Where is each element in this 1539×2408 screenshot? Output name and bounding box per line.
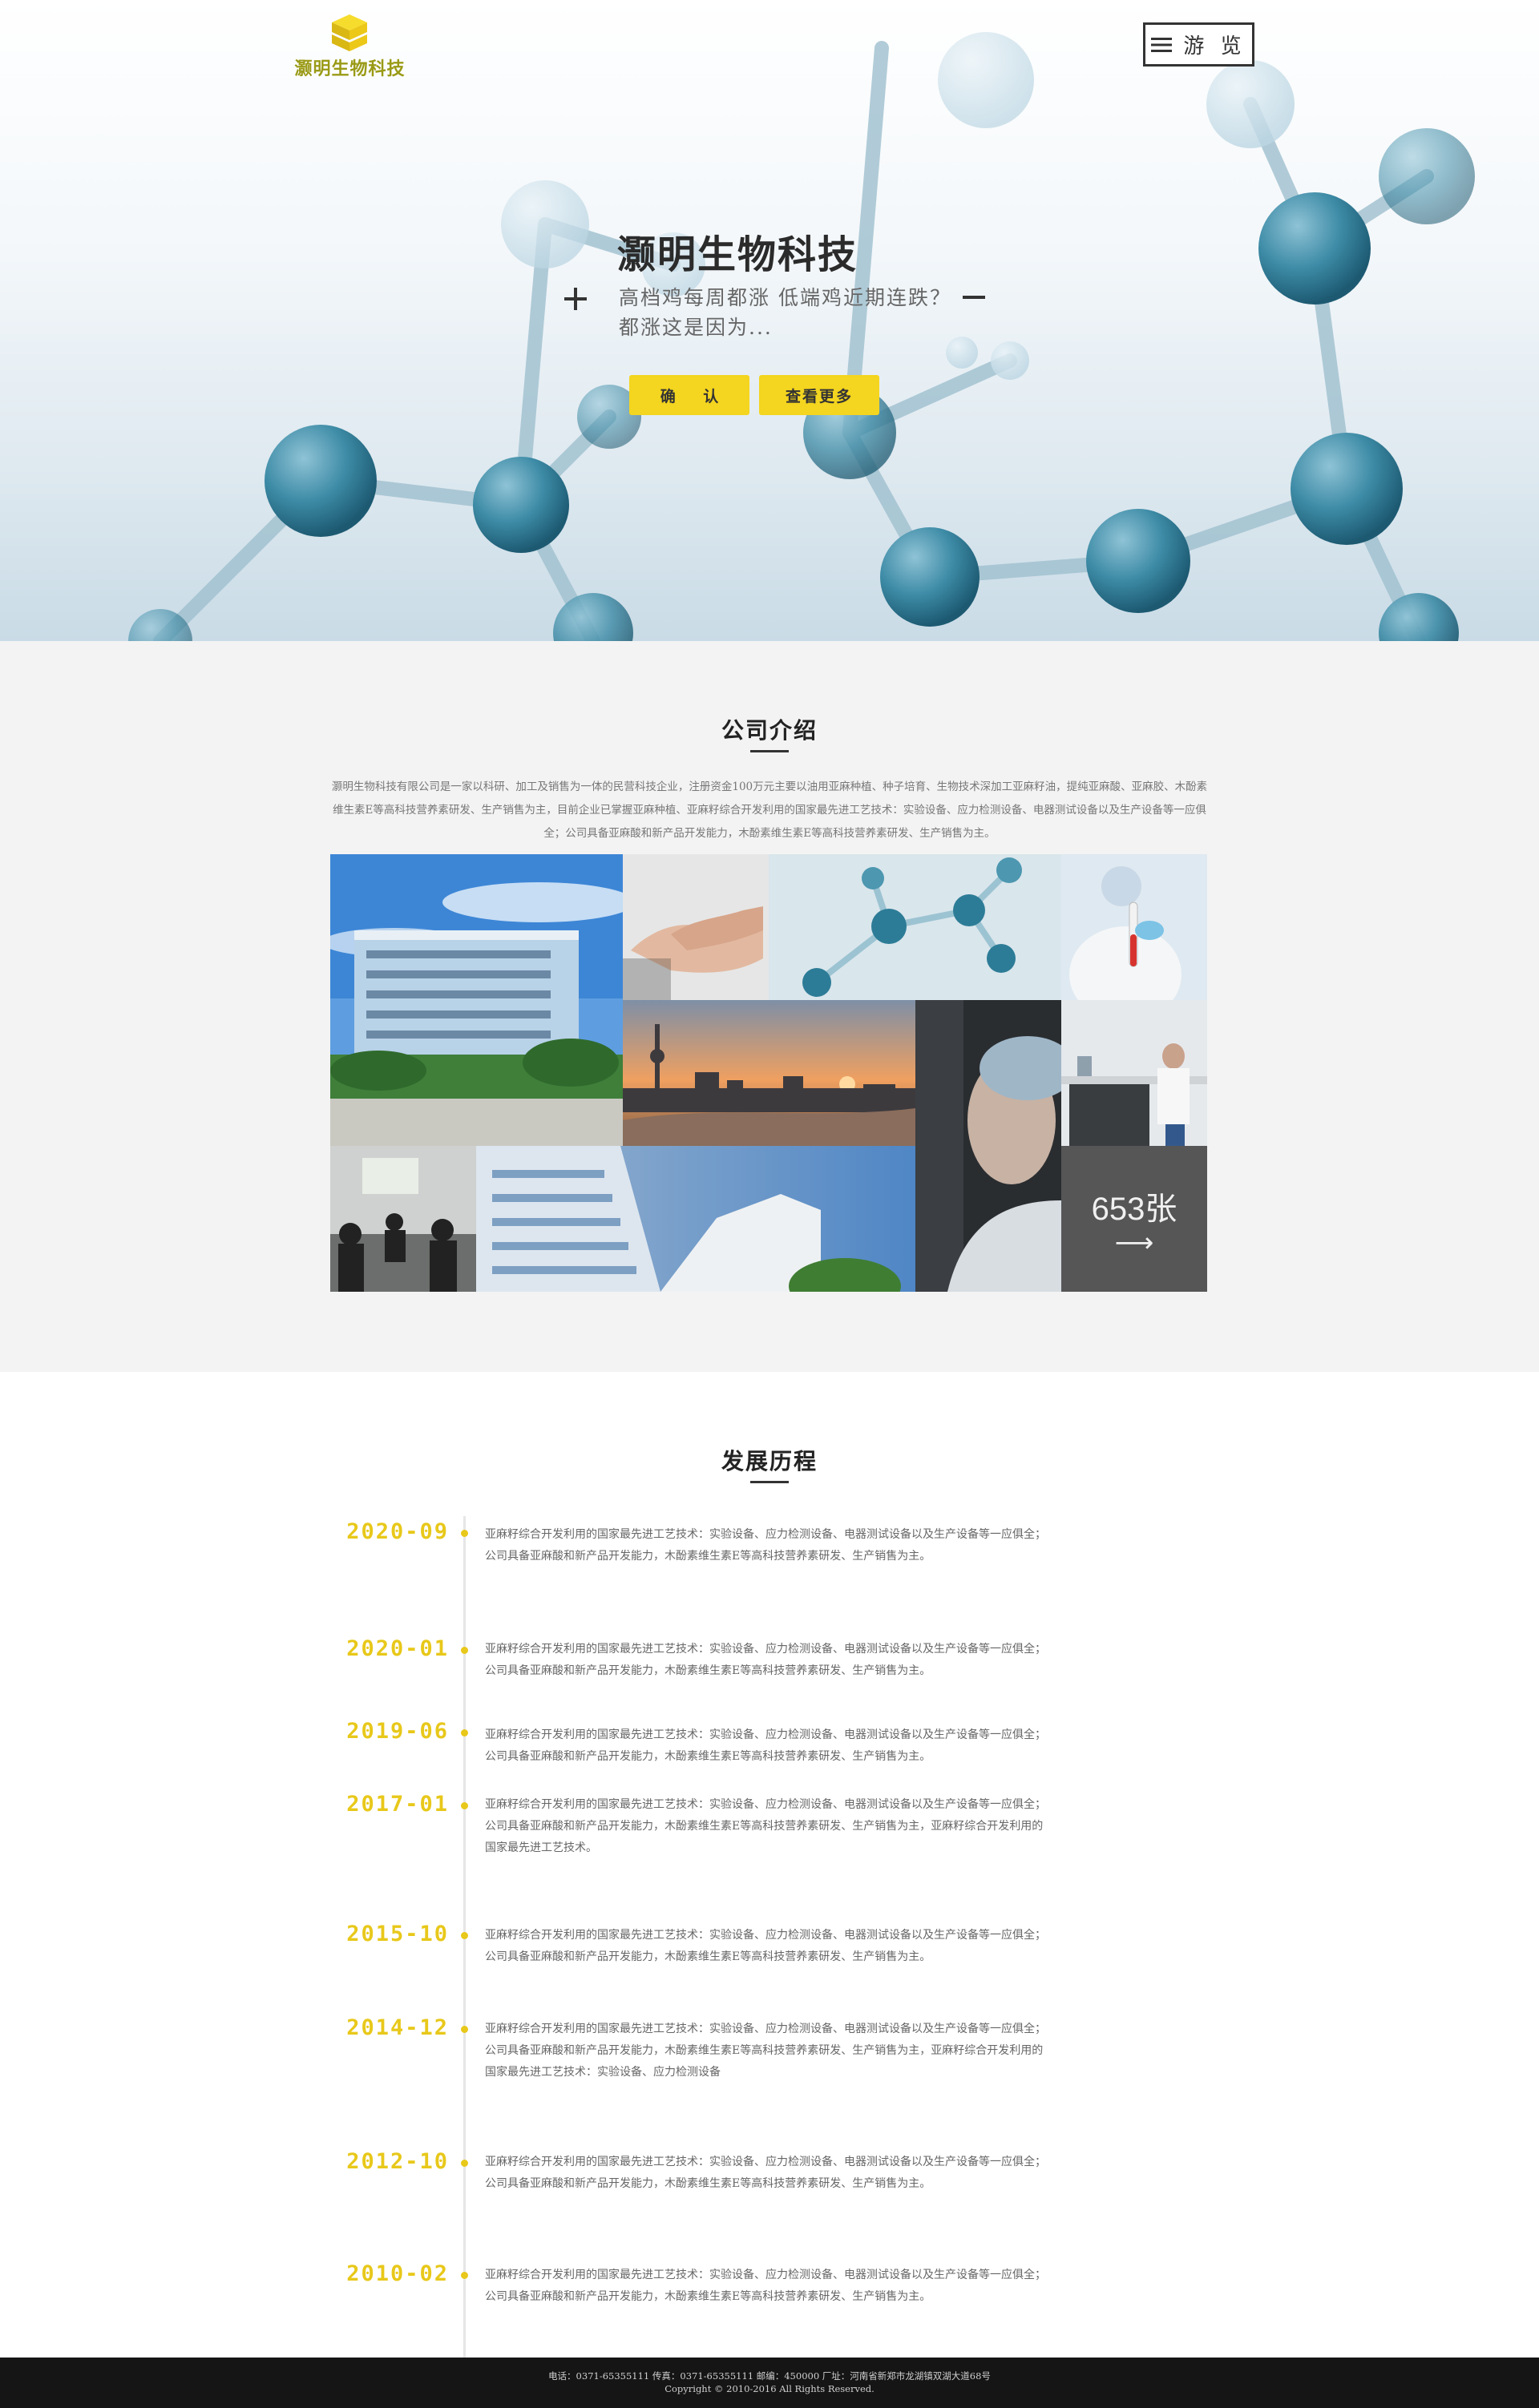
gallery-photo-laboratory[interactable] [1061,1000,1207,1146]
hero-title: 灏明生物科技 [617,232,858,277]
gallery-photo-meeting[interactable] [330,1146,476,1292]
intro-title: 公司介绍 [721,717,818,744]
footer: 电话：0371-65355111 传真：0371-65355111 邮编：450… [0,2358,1539,2408]
hero-banner: 灏明生物科技 游 览 灏明生物科技 高档鸡每周都涨 低端鸡近期连跌？都涨这是因为… [0,0,1539,641]
timeline-dot [461,2160,468,2167]
menu-button[interactable]: 游 览 [1143,22,1254,67]
timeline-text: 亚麻籽综合开发利用的国家最先进工艺技术：实验设备、应力检测设备、电器测试设备以及… [485,1798,1046,1854]
hero-subtitle: 高档鸡每周都涨 低端鸡近期连跌？都涨这是因为... [619,286,951,339]
gallery-photo-handshake[interactable] [623,854,769,1000]
timeline-text: 亚麻籽综合开发利用的国家最先进工艺技术：实验设备、应力检测设备、电器测试设备以及… [485,1643,1046,1677]
timeline-year: 2012-10 [346,2149,449,2174]
gallery-photo-building[interactable] [330,854,623,1146]
timeline-dot [461,1647,468,1654]
footer-copyright: Copyright © 2010-2016 All Rights Reserve… [664,2383,875,2394]
timeline-text: 亚麻籽综合开发利用的国家最先进工艺技术：实验设备、应力检测设备、电器测试设备以及… [485,1929,1046,1963]
gallery-photo-scientist-test-tube[interactable] [1061,854,1207,1000]
timeline-year: 2014-12 [346,2015,449,2040]
timeline-year: 2019-06 [346,1719,449,1744]
minus-icon[interactable] [960,285,988,313]
gallery-count: 653张 [1091,1192,1177,1227]
timeline-text: 亚麻籽综合开发利用的国家最先进工艺技术：实验设备、应力检测设备、电器测试设备以及… [485,2156,1046,2190]
timeline-text: 亚麻籽综合开发利用的国家最先进工艺技术：实验设备、应力检测设备、电器测试设备以及… [485,2269,1046,2303]
timeline-dot [461,1530,468,1537]
gallery-photo-city-sunset[interactable] [623,1000,915,1146]
footer-contact: 电话：0371-65355111 传真：0371-65355111 邮编：450… [548,2370,991,2382]
plus-icon[interactable] [562,285,589,313]
timeline-year: 2015-10 [346,1922,449,1946]
timeline-dot [461,1802,468,1809]
history-title-underline [750,1481,789,1483]
timeline-year: 2010-02 [346,2261,449,2286]
company-intro-section: 公司介绍 灏明生物科技有限公司是一家以科研、加工及销售为一体的民营科技企业，注册… [0,641,1539,1372]
timeline-dot [461,1729,468,1736]
menu-icon [1151,37,1173,52]
view-more-button[interactable]: 查看更多 [759,375,879,415]
timeline-text: 亚麻籽综合开发利用的国家最先进工艺技术：实验设备、应力检测设备、电器测试设备以及… [485,2023,1046,2079]
timeline-dot [461,2272,468,2279]
timeline-text: 亚麻籽综合开发利用的国家最先进工艺技术：实验设备、应力检测设备、电器测试设备以及… [485,1528,1046,1563]
timeline-year: 2017-01 [346,1792,449,1817]
arrow-right-icon: ⟶ [1114,1227,1154,1259]
gallery-photo-office-building[interactable] [476,1146,915,1292]
confirm-button[interactable]: 确 认 [629,375,749,415]
logo-text: 灏明生物科技 [294,59,406,79]
intro-text: 灏明生物科技有限公司是一家以科研、加工及销售为一体的民营科技企业，注册资金100… [331,780,1208,840]
timeline-year: 2020-01 [346,1636,449,1661]
gallery-photo-researcher-portrait[interactable] [915,1000,1061,1292]
photo-gallery: 653张 ⟶ [330,854,1207,1292]
logo-cube-icon [332,14,367,51]
logo[interactable]: 灏明生物科技 [292,13,408,79]
timeline-dot [461,1932,468,1939]
timeline-dot [461,2026,468,2033]
gallery-photo-molecule[interactable] [769,854,1061,1000]
menu-label: 游 览 [1183,34,1246,58]
timeline-year: 2020-09 [346,1519,449,1544]
intro-title-underline [750,750,789,752]
timeline-text: 亚麻籽综合开发利用的国家最先进工艺技术：实验设备、应力检测设备、电器测试设备以及… [485,1728,1046,1763]
history-title: 发展历程 [721,1448,818,1474]
history-section: 发展历程 2020-09 亚麻籽综合开发利用的国家最先进工艺技术：实验设备、应力… [0,1372,1539,2358]
gallery-more-tile[interactable]: 653张 ⟶ [1061,1146,1207,1292]
